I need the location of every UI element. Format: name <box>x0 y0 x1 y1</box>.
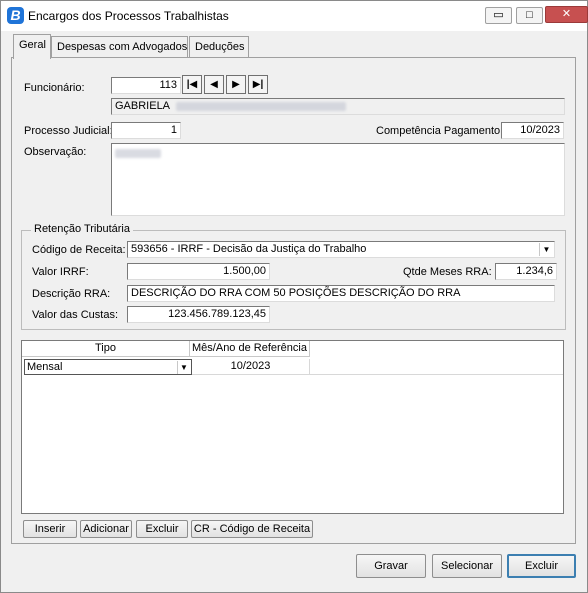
close-button[interactable]: ✕ <box>545 6 588 23</box>
employee-name-display: GABRIELA <box>111 98 565 115</box>
valor-irrf-input[interactable]: 1.500,00 <box>127 263 270 280</box>
column-header-referencia[interactable]: Mês/Ano de Referência <box>190 341 310 357</box>
funcionario-input[interactable]: 113 <box>111 77 181 94</box>
title-bar: B Encargos dos Processos Trabalhistas ▭ … <box>1 1 588 31</box>
codigo-receita-label: Código de Receita: <box>32 244 126 256</box>
previous-record-button[interactable]: ◀ <box>204 75 224 94</box>
chevron-down-icon[interactable]: ▼ <box>177 361 190 374</box>
observacao-textarea[interactable] <box>111 143 565 216</box>
valor-custas-input[interactable]: 123.456.789.123,45 <box>127 306 270 323</box>
valor-irrf-label: Valor IRRF: <box>32 266 89 278</box>
maximize-button[interactable]: □ <box>516 7 543 24</box>
employee-first-name: GABRIELA <box>115 100 170 112</box>
funcionario-label: Funcionário: <box>24 82 85 94</box>
table-row-referencia[interactable]: 10/2023 <box>192 359 310 375</box>
competencia-label: Competência Pagamento: <box>376 125 504 137</box>
table-row-filler <box>310 359 563 375</box>
adicionar-button[interactable]: Adicionar <box>80 520 132 538</box>
grid-excluir-button[interactable]: Excluir <box>136 520 188 538</box>
last-record-button[interactable]: ▶| <box>248 75 268 94</box>
selecionar-button[interactable]: Selecionar <box>432 554 502 578</box>
redacted-surname <box>176 101 347 111</box>
qtde-meses-label: Qtde Meses RRA: <box>403 266 492 278</box>
excluir-button[interactable]: Excluir <box>507 554 576 578</box>
chevron-down-icon[interactable]: ▼ <box>539 243 553 256</box>
codigo-receita-select[interactable]: 593656 - IRRF - Decisão da Justiça do Tr… <box>127 241 555 258</box>
tab-deducoes[interactable]: Deduções <box>189 36 249 58</box>
minimize-button[interactable]: ▭ <box>485 7 512 24</box>
column-header-tipo[interactable]: Tipo <box>22 341 190 357</box>
valor-custas-label: Valor das Custas: <box>32 309 119 321</box>
descricao-rra-input[interactable]: DESCRIÇÃO DO RRA COM 50 POSIÇÕES DESCRIÇ… <box>127 285 555 302</box>
retencao-group-title: Retenção Tributária <box>31 223 133 235</box>
inserir-button[interactable]: Inserir <box>23 520 77 538</box>
qtde-meses-input[interactable]: 1.234,6 <box>495 263 557 280</box>
first-record-button[interactable]: |◀ <box>182 75 202 94</box>
gravar-button[interactable]: Gravar <box>356 554 426 578</box>
processo-judicial-label: Processo Judicial: <box>24 125 113 137</box>
app-logo-icon: B <box>7 7 24 24</box>
main-window: B Encargos dos Processos Trabalhistas ▭ … <box>0 0 588 593</box>
tab-despesas-advogados[interactable]: Despesas com Advogados <box>51 36 188 58</box>
tab-geral[interactable]: Geral <box>13 34 51 59</box>
redacted-observation <box>115 148 161 158</box>
codigo-receita-button[interactable]: CR - Código de Receita <box>191 520 313 538</box>
tipo-value: Mensal <box>27 361 63 373</box>
referencia-grid[interactable]: Tipo Mês/Ano de Referência Mensal ▼ 10/2… <box>21 340 564 514</box>
descricao-rra-label: Descrição RRA: <box>32 288 111 300</box>
processo-judicial-input[interactable]: 1 <box>111 122 181 139</box>
competencia-input[interactable]: 10/2023 <box>501 122 564 139</box>
observacao-label: Observação: <box>24 146 87 158</box>
table-row-tipo-select[interactable]: Mensal ▼ <box>24 359 192 375</box>
next-record-button[interactable]: ▶ <box>226 75 246 94</box>
codigo-receita-value: 593656 - IRRF - Decisão da Justiça do Tr… <box>131 243 367 255</box>
window-title: Encargos dos Processos Trabalhistas <box>28 9 229 23</box>
